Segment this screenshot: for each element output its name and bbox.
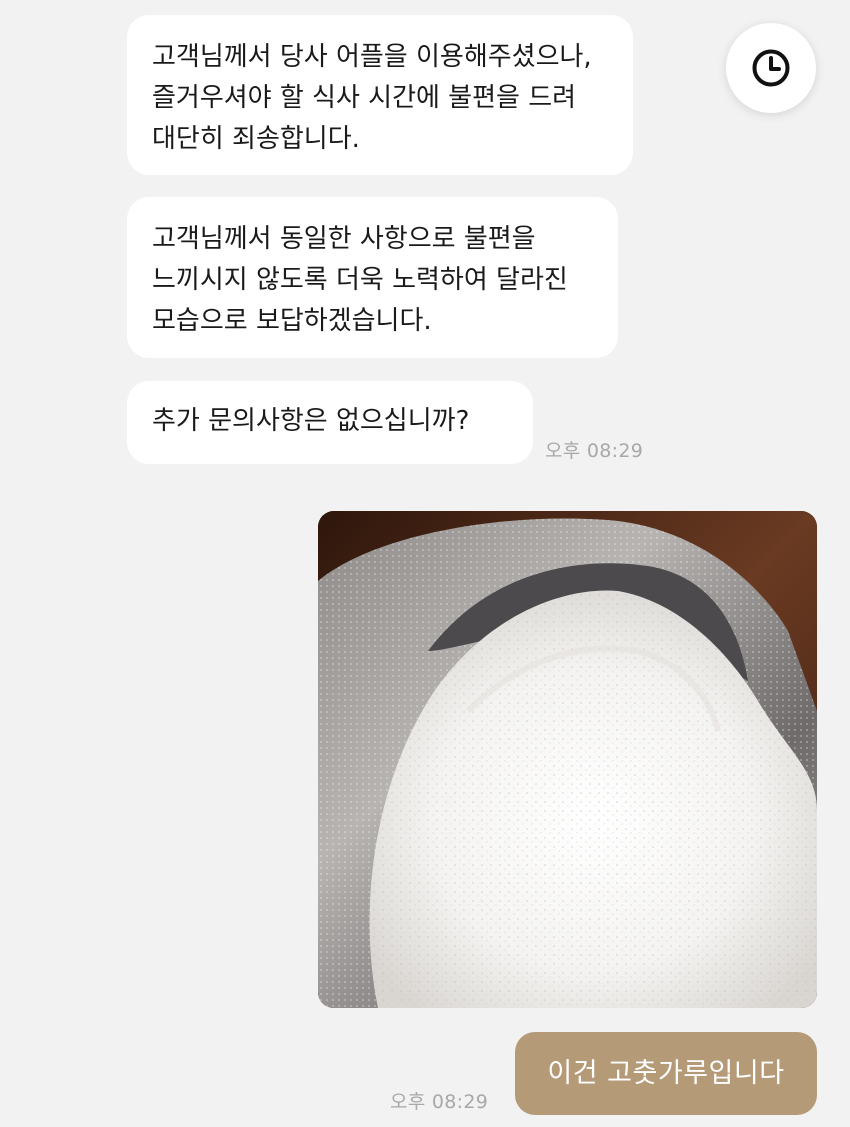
photo-attachment[interactable] [318,511,817,1008]
agent-message-bubble: 고객님께서 당사 어플을 이용해주셨으나, 즐거우셔야 할 식사 시간에 불편을… [127,15,633,175]
agent-message-bubble: 추가 문의사항은 없으십니까? [127,381,533,464]
history-button[interactable] [726,23,816,113]
message-text: 추가 문의사항은 없으십니까? [152,406,470,436]
clock-icon [752,49,790,87]
message-text: 이건 고춧가루입니다 [547,1058,785,1089]
user-message-bubble: 이건 고춧가루입니다 [515,1032,817,1115]
message-timestamp: 오후 08:29 [390,1091,489,1113]
message-text: 고객님께서 동일한 사항으로 불편을 느끼시지 않도록 더욱 노력하여 달라진 … [152,224,568,336]
message-text: 고객님께서 당사 어플을 이용해주셨으나, 즐거우셔야 할 식사 시간에 불편을… [152,42,592,154]
flour-sack-photo [318,511,817,1008]
message-timestamp: 오후 08:29 [545,440,644,462]
agent-message-bubble: 고객님께서 동일한 사항으로 불편을 느끼시지 않도록 더욱 노력하여 달라진 … [127,197,618,358]
